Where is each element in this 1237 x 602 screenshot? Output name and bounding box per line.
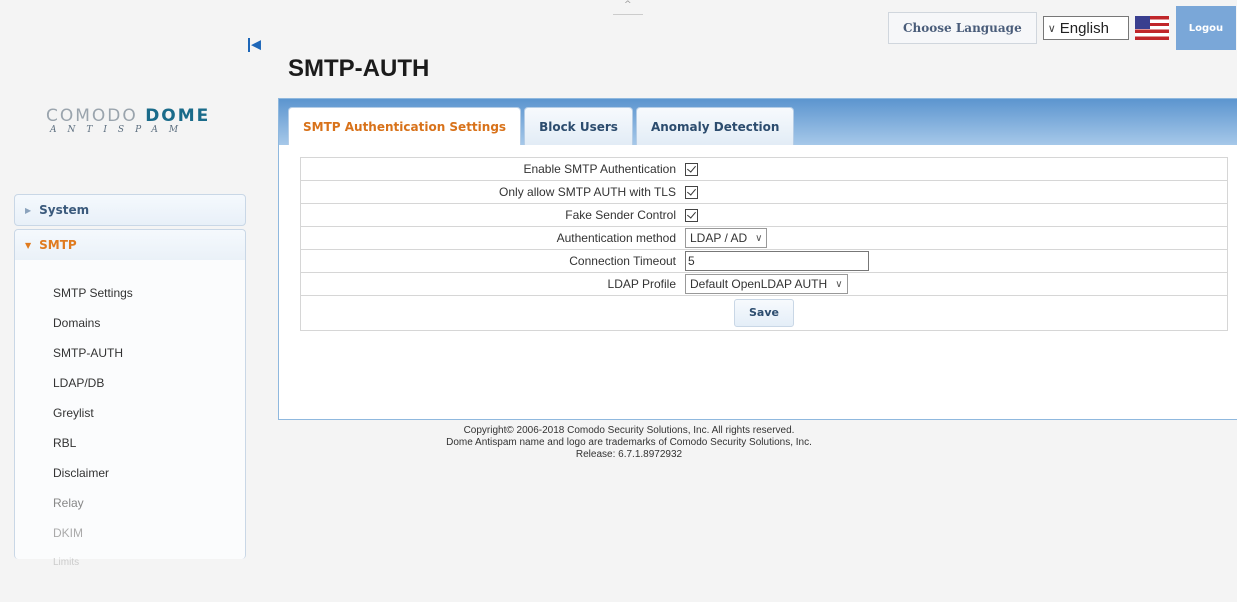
sidebar-item-greylist[interactable]: Greylist xyxy=(53,398,245,428)
chevron-down-icon: ∨ xyxy=(755,232,763,244)
form-row: Enable SMTP Authentication xyxy=(300,157,1228,181)
tls-only-checkbox[interactable] xyxy=(685,186,698,200)
fake-sender-checkbox[interactable] xyxy=(685,209,698,223)
comodo-dome-antispam-logo: COMODO DOME ANTISPAM xyxy=(46,106,211,135)
release-text: Release: 6.7.1.8972932 xyxy=(575,449,683,460)
save-row: Save xyxy=(300,295,1228,331)
sidebar-item-limits[interactable]: Limits xyxy=(53,548,245,578)
tls-only-label: Only allow SMTP AUTH with TLS xyxy=(300,180,682,204)
form-row: Authentication method LDAP / AD ∨ xyxy=(300,226,1228,250)
logout-button[interactable]: Logou xyxy=(1175,6,1236,50)
sidebar-item-ldap-db[interactable]: LDAP/DB xyxy=(53,368,245,398)
copyright-text: Copyright© 2006-2018 Comodo Security Sol… xyxy=(463,425,795,436)
form-row: LDAP Profile Default OpenLDAP AUTH ∨ xyxy=(300,272,1228,296)
page-title: SMTP-AUTH xyxy=(288,55,430,82)
sidebar-system-label: System xyxy=(39,203,90,217)
chevron-down-icon: ∨ xyxy=(835,278,843,290)
chevron-down-icon: ∨ xyxy=(1047,22,1056,35)
sidebar-smtp-label: SMTP xyxy=(39,238,77,252)
tab-bar: SMTP Authentication Settings Block Users… xyxy=(279,99,1237,145)
top-panel-handle[interactable]: ^ xyxy=(613,0,643,15)
sidebar-item-smtp-auth[interactable]: SMTP-AUTH xyxy=(53,338,245,368)
enable-smtp-auth-label: Enable SMTP Authentication xyxy=(300,157,682,181)
chevron-up-icon: ^ xyxy=(624,0,632,10)
tab-smtp-authentication-settings[interactable]: SMTP Authentication Settings xyxy=(288,107,522,145)
connection-timeout-input[interactable]: 5 xyxy=(685,251,869,271)
sidebar-smtp-header[interactable]: ▼ SMTP xyxy=(15,230,245,260)
connection-timeout-label: Connection Timeout xyxy=(300,249,682,273)
form-row: Only allow SMTP AUTH with TLS xyxy=(300,180,1228,204)
tab-block-users[interactable]: Block Users xyxy=(524,107,633,145)
ldap-profile-select[interactable]: Default OpenLDAP AUTH ∨ xyxy=(685,274,848,294)
sidebar-item-smtp-settings[interactable]: SMTP Settings xyxy=(53,278,245,308)
tab-anomaly-detection[interactable]: Anomaly Detection xyxy=(635,107,795,145)
chevron-right-icon: ▶ xyxy=(25,205,32,215)
auth-method-select[interactable]: LDAP / AD ∨ xyxy=(685,228,768,248)
settings-panel: SMTP Authentication Settings Block Users… xyxy=(278,98,1237,420)
choose-language-label: Choose Language xyxy=(888,12,1037,44)
us-flag-icon xyxy=(1134,16,1169,40)
trademark-text: Dome Antispam name and logo are trademar… xyxy=(446,437,812,448)
ldap-profile-label: LDAP Profile xyxy=(300,272,682,296)
auth-method-label: Authentication method xyxy=(300,226,682,250)
sidebar-item-domains[interactable]: Domains xyxy=(53,308,245,338)
sidebar-item-relay[interactable]: Relay xyxy=(53,488,245,518)
sidebar-item-rbl[interactable]: RBL xyxy=(53,428,245,458)
language-bar: Choose Language ∨ English Logou xyxy=(888,6,1236,50)
sidebar-group-smtp: ▼ SMTP SMTP Settings Domains SMTP-AUTH LD… xyxy=(14,229,246,568)
sidebar-group-system[interactable]: ▶ System xyxy=(14,194,246,226)
sidebar-item-dkim[interactable]: DKIM xyxy=(53,518,245,548)
smtp-auth-form: Enable SMTP Authentication Only allow SM… xyxy=(300,157,1228,331)
enable-smtp-auth-checkbox[interactable] xyxy=(685,163,698,177)
form-row: Fake Sender Control xyxy=(300,203,1228,227)
save-button[interactable]: Save xyxy=(734,299,794,327)
sidebar-item-disclaimer[interactable]: Disclaimer xyxy=(53,458,245,488)
language-select[interactable]: ∨ English xyxy=(1042,16,1129,40)
language-value: English xyxy=(1059,19,1109,37)
fake-sender-label: Fake Sender Control xyxy=(300,203,682,227)
footer: Copyright© 2006-2018 Comodo Security Sol… xyxy=(278,425,980,461)
form-row: Connection Timeout 5 xyxy=(300,249,1228,273)
chevron-down-icon: ▼ xyxy=(25,240,32,250)
collapse-sidebar-icon[interactable]: ◀ xyxy=(248,38,261,52)
